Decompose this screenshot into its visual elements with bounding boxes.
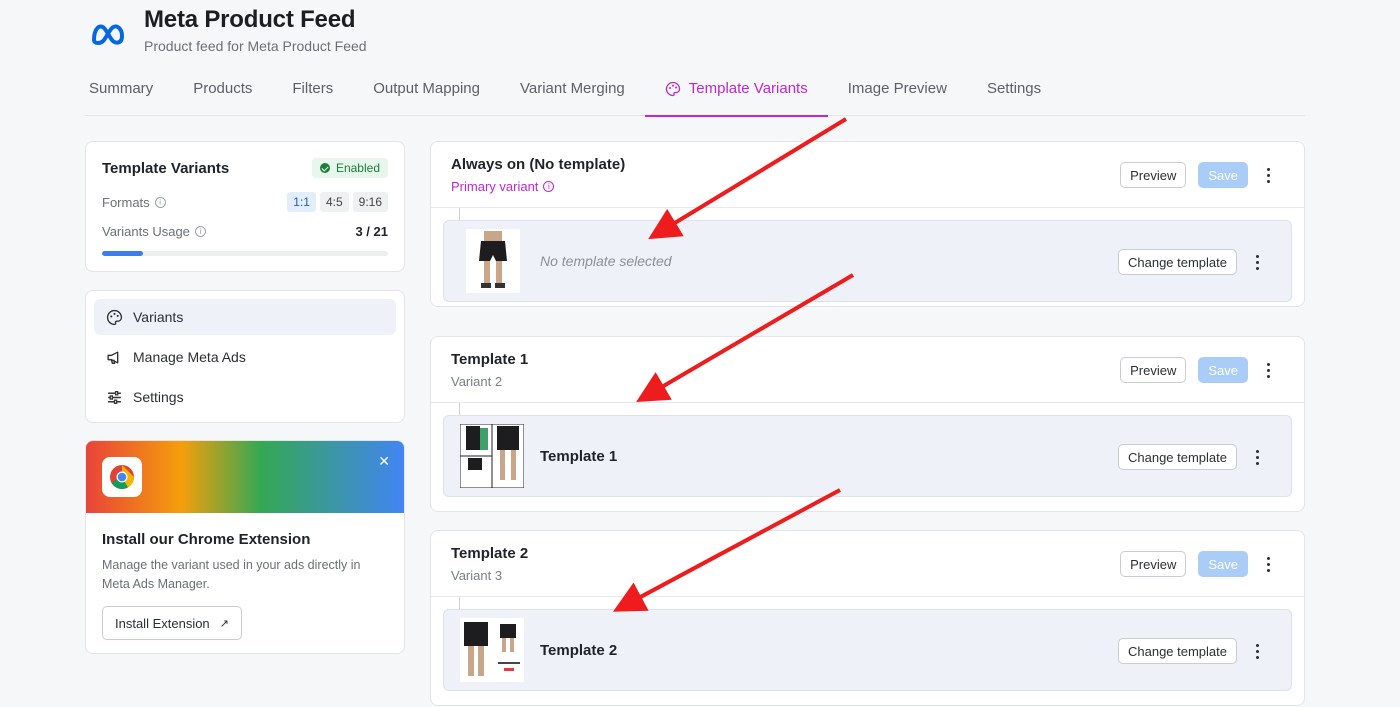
tab-label: Template Variants — [688, 80, 808, 97]
tab-label: Image Preview — [847, 80, 947, 97]
button-label: Install Extension — [115, 615, 210, 631]
usage-progress-bar — [102, 251, 388, 256]
save-button[interactable]: Save — [1198, 551, 1248, 577]
template-name: Template 2 — [540, 642, 618, 659]
info-icon[interactable]: i — [154, 196, 166, 208]
tab-variant-merging[interactable]: Variant Merging — [500, 66, 645, 116]
status-badge: Enabled — [311, 158, 388, 178]
template-thumbnail — [460, 424, 524, 488]
preview-button[interactable]: Preview — [1120, 162, 1187, 188]
usage-progress-fill — [102, 251, 143, 256]
tab-label: Products — [193, 80, 253, 97]
more-options-icon[interactable] — [1249, 449, 1265, 465]
tab-summary[interactable]: Summary — [85, 66, 173, 116]
nav-item-settings[interactable]: Settings — [94, 379, 396, 415]
more-options-icon[interactable] — [1249, 643, 1265, 659]
template-slot: Template 1 Change template — [443, 415, 1292, 497]
status-text: Enabled — [335, 161, 380, 175]
variant-card-template-1: Template 1 Variant 2 Preview Save Templa… — [430, 336, 1305, 512]
tab-output-mapping[interactable]: Output Mapping — [353, 66, 500, 116]
side-nav: Variants Manage Meta Ads Settings — [85, 290, 405, 423]
more-options-icon[interactable] — [1260, 167, 1276, 183]
save-button[interactable]: Save — [1198, 162, 1248, 188]
extension-description: Manage the variant used in your ads dire… — [102, 558, 361, 591]
external-link-icon: ↗ — [219, 617, 229, 630]
more-options-icon[interactable] — [1260, 362, 1276, 378]
tab-label: Summary — [89, 80, 154, 97]
palette-icon — [665, 81, 680, 97]
preview-button[interactable]: Preview — [1120, 357, 1187, 383]
formats-label: Formats — [102, 194, 150, 210]
tab-filters[interactable]: Filters — [272, 66, 353, 116]
nav-label: Variants — [133, 309, 184, 325]
format-1-1[interactable]: 1:1 — [287, 192, 316, 212]
nav-label: Settings — [133, 389, 184, 405]
save-button[interactable]: Save — [1198, 357, 1248, 383]
format-4-5[interactable]: 4:5 — [319, 192, 349, 212]
usage-label: Variants Usage — [102, 224, 190, 239]
check-circle-icon — [319, 163, 330, 173]
preview-button[interactable]: Preview — [1120, 551, 1187, 577]
change-template-button[interactable]: Change template — [1117, 249, 1237, 275]
tab-template-variants[interactable]: Template Variants — [644, 66, 828, 117]
more-options-icon[interactable] — [1249, 254, 1265, 270]
megaphone-icon — [107, 350, 119, 364]
template-slot: Template 2 Change template — [443, 609, 1292, 691]
variant-card-always-on: Always on (No template) Primary variant i… — [430, 141, 1305, 307]
change-template-button[interactable]: Change template — [1117, 444, 1237, 470]
chrome-extension-card: ✕ Install our Chrome Extension Manage th… — [85, 440, 405, 654]
template-thumbnail — [460, 618, 524, 682]
page-subtitle: Product feed for Meta Product Feed — [144, 38, 367, 54]
tab-image-preview[interactable]: Image Preview — [828, 66, 967, 116]
page-header: Meta Product Feed Product feed for Meta … — [88, 6, 367, 54]
tab-products[interactable]: Products — [173, 66, 272, 116]
tab-bar: Summary Products Filters Output Mapping … — [85, 66, 1305, 117]
nav-label: Manage Meta Ads — [133, 349, 246, 365]
change-template-button[interactable]: Change template — [1117, 638, 1237, 664]
nav-item-variants[interactable]: Variants — [94, 299, 396, 335]
tab-label: Output Mapping — [373, 80, 480, 97]
card-title: Template Variants — [102, 159, 230, 177]
nav-item-manage-meta-ads[interactable]: Manage Meta Ads — [94, 339, 396, 375]
install-extension-button[interactable]: Install Extension ↗ — [102, 606, 242, 640]
tab-label: Settings — [986, 80, 1042, 97]
tab-settings[interactable]: Settings — [967, 66, 1061, 116]
template-name: Template 1 — [540, 448, 618, 465]
format-selector: 1:1 4:5 9:16 — [287, 192, 388, 212]
product-thumbnail — [466, 229, 520, 293]
meta-logo-icon — [91, 24, 125, 45]
template-slot: No template selected Change template — [443, 220, 1292, 302]
template-variants-summary-card: Template Variants Enabled Formats i 1:1 4… — [85, 141, 405, 272]
extension-banner: ✕ — [86, 441, 404, 513]
tab-label: Filters — [292, 80, 334, 97]
more-options-icon[interactable] — [1260, 556, 1276, 572]
tab-label: Variant Merging — [519, 80, 625, 97]
page-title: Meta Product Feed — [144, 6, 356, 33]
primary-variant-label: Primary variant — [451, 179, 539, 194]
variant-card-template-2: Template 2 Variant 3 Preview Save Templa… — [430, 530, 1305, 706]
palette-icon — [106, 309, 123, 325]
info-icon[interactable]: i — [194, 226, 206, 237]
info-icon[interactable]: i — [543, 181, 555, 192]
chrome-icon — [102, 457, 142, 497]
template-name: No template selected — [540, 253, 672, 269]
sliders-icon — [108, 390, 121, 404]
close-icon[interactable]: ✕ — [378, 453, 390, 470]
extension-title: Install our Chrome Extension — [102, 531, 311, 548]
format-9-16[interactable]: 9:16 — [352, 192, 388, 212]
usage-value: 3 / 21 — [355, 224, 388, 239]
